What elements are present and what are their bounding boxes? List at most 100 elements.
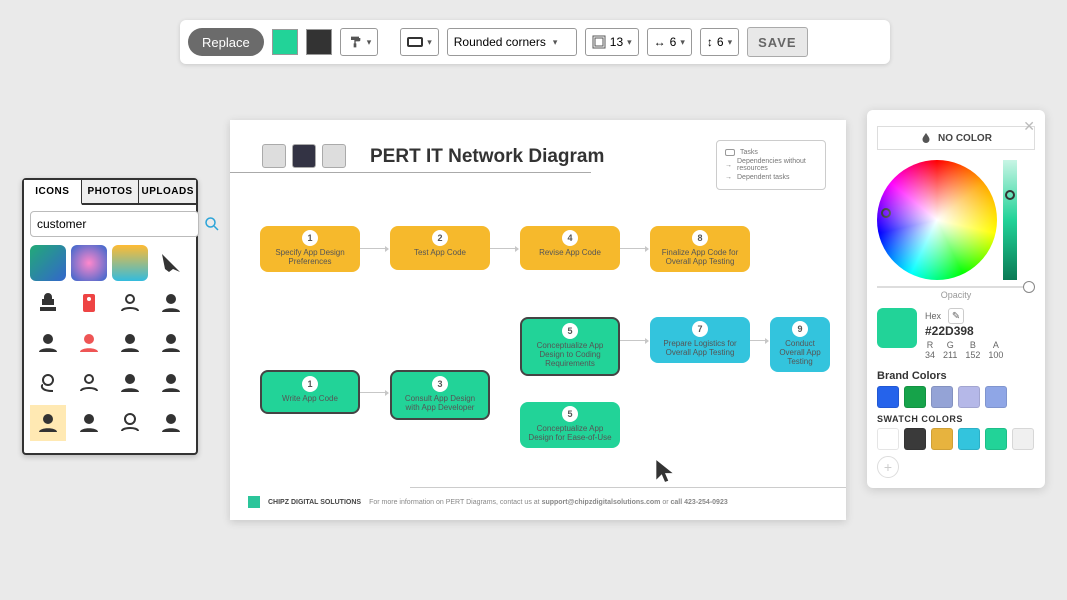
swatch[interactable] <box>931 428 953 450</box>
connector <box>490 248 518 249</box>
no-color-button[interactable]: NO COLOR <box>877 126 1035 150</box>
width-value: 6 <box>670 35 677 49</box>
icon-result[interactable] <box>112 245 148 281</box>
node-g5b[interactable]: 5Conceptualize App Design for Ease-of-Us… <box>520 402 620 448</box>
swatch[interactable] <box>904 428 926 450</box>
swatch[interactable] <box>985 428 1007 450</box>
swatch[interactable] <box>877 428 899 450</box>
connector <box>360 392 388 393</box>
g-value[interactable]: 211 <box>943 350 957 360</box>
border-width-dropdown[interactable]: 13▾ <box>585 28 639 56</box>
icon-result[interactable] <box>30 285 66 321</box>
title-underline <box>230 172 591 173</box>
color-panel: ✕ NO COLOR Opacity Hex ✎ #22D398 R34 G21… <box>867 110 1045 488</box>
node-y2[interactable]: 2Test App Code <box>390 226 490 270</box>
icon-result[interactable] <box>71 405 107 441</box>
tab-uploads[interactable]: UPLOADS <box>139 180 196 205</box>
swatch[interactable] <box>958 386 980 408</box>
swatch[interactable] <box>931 386 953 408</box>
search-input[interactable] <box>30 211 199 237</box>
swatch[interactable] <box>904 386 926 408</box>
icon-result[interactable] <box>71 285 107 321</box>
icon-result[interactable] <box>30 405 66 441</box>
node-b7[interactable]: 7Prepare Logistics for Overall App Testi… <box>650 317 750 363</box>
hue-handle[interactable] <box>1005 190 1015 200</box>
node-y4[interactable]: 4Revise App Code <box>520 226 620 270</box>
eyedropper-icon[interactable]: ✎ <box>948 308 964 324</box>
paint-roller-icon <box>347 34 363 50</box>
icon-result[interactable] <box>112 405 148 441</box>
title-decor-icons <box>262 144 346 168</box>
droplet-icon <box>920 132 932 144</box>
icon-result[interactable] <box>30 325 66 361</box>
node-g1[interactable]: 1Write App Code <box>260 370 360 414</box>
brand-colors-label: Brand Colors <box>877 370 1035 382</box>
icon-result[interactable] <box>71 325 107 361</box>
cursor-icon <box>654 458 676 490</box>
icon-result[interactable] <box>153 365 189 401</box>
hue-strip[interactable] <box>1003 160 1017 280</box>
node-g3[interactable]: 3Consult App Design with App Developer <box>390 370 490 420</box>
icon-result[interactable] <box>153 325 189 361</box>
a-value[interactable]: 100 <box>988 350 1003 360</box>
height-dropdown[interactable]: ↕6▾ <box>700 28 739 56</box>
icon-result[interactable] <box>112 325 148 361</box>
search-button[interactable] <box>203 213 221 235</box>
height-value: 6 <box>717 35 724 49</box>
node-y8[interactable]: 8Finalize App Code for Overall App Testi… <box>650 226 750 272</box>
icon-grid <box>24 241 196 445</box>
b-value[interactable]: 152 <box>965 350 980 360</box>
add-swatch-button[interactable]: + <box>877 456 899 478</box>
icon-result[interactable] <box>30 245 66 281</box>
border-width-value: 13 <box>610 35 623 49</box>
corner-style-dropdown[interactable]: Rounded corners <box>447 28 577 56</box>
connector <box>360 248 388 249</box>
current-color-swatch <box>877 308 917 348</box>
icon-result[interactable] <box>153 245 189 281</box>
stroke-color-swatch[interactable] <box>306 29 332 55</box>
replace-button[interactable]: Replace <box>188 28 264 56</box>
connector <box>750 340 768 341</box>
diagram-title: PERT IT Network Diagram <box>370 146 604 168</box>
icon-result[interactable] <box>71 245 107 281</box>
swatch[interactable] <box>958 428 980 450</box>
node-b9[interactable]: 9Conduct Overall App Testing <box>770 317 830 372</box>
fill-color-swatch[interactable] <box>272 29 298 55</box>
swatch[interactable] <box>1012 428 1034 450</box>
footer-line <box>410 487 846 488</box>
swatch-colors <box>877 428 1035 450</box>
tab-photos[interactable]: PHOTOS <box>82 180 140 205</box>
swatch[interactable] <box>877 386 899 408</box>
node-y1[interactable]: 1Specify App Design Preferences <box>260 226 360 272</box>
swatch[interactable] <box>985 386 1007 408</box>
color-wheel[interactable] <box>877 160 997 280</box>
width-dropdown[interactable]: ↔6▾ <box>647 28 692 56</box>
connector <box>620 248 648 249</box>
r-value[interactable]: 34 <box>925 350 935 360</box>
brush-dropdown[interactable]: ▾ <box>340 28 379 56</box>
shape-outline-dropdown[interactable]: ▾ <box>400 28 439 56</box>
save-button[interactable]: SAVE <box>747 27 807 57</box>
canvas-footer: CHIPZ DIGITAL SOLUTIONS For more informa… <box>248 496 828 508</box>
node-g5a[interactable]: 5Conceptualize App Design to Coding Requ… <box>520 317 620 376</box>
icon-result[interactable] <box>112 285 148 321</box>
wheel-handle[interactable] <box>881 208 891 218</box>
icon-result[interactable] <box>153 285 189 321</box>
arrow-h-icon: ↔ <box>654 35 666 49</box>
close-icon[interactable]: ✕ <box>1023 118 1035 135</box>
brand-colors <box>877 386 1035 408</box>
hex-value[interactable]: #22D398 <box>925 324 1003 338</box>
icon-result[interactable] <box>153 405 189 441</box>
opacity-slider[interactable] <box>877 286 1035 288</box>
border-icon <box>592 35 606 49</box>
opacity-label: Opacity <box>877 290 1035 300</box>
swatch-colors-label: SWATCH COLORS <box>877 414 1035 424</box>
icon-result[interactable] <box>71 365 107 401</box>
canvas[interactable]: PERT IT Network Diagram Tasks →Dependenc… <box>230 120 846 520</box>
connector <box>620 340 648 341</box>
icon-result[interactable] <box>112 365 148 401</box>
icon-result[interactable] <box>30 365 66 401</box>
icons-panel: ICONS PHOTOS UPLOADS <box>22 178 198 455</box>
toolbar: Replace ▾ ▾ Rounded corners 13▾ ↔6▾ ↕6▾ … <box>180 20 890 64</box>
tab-icons[interactable]: ICONS <box>24 180 82 205</box>
